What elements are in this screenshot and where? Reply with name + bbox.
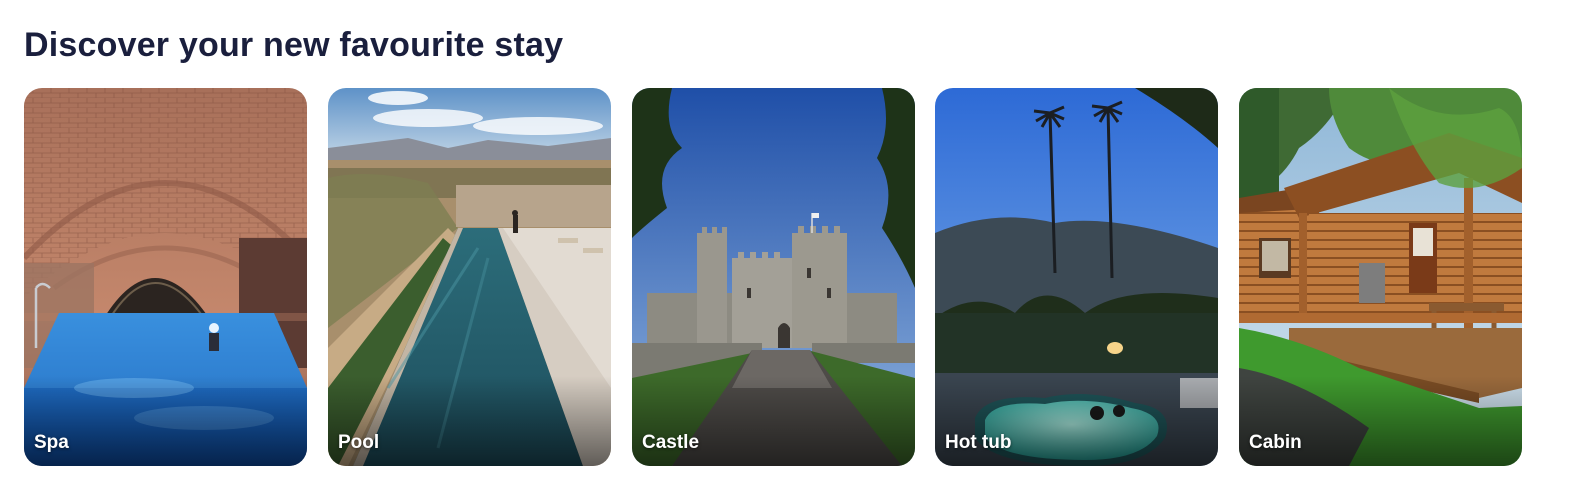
- stay-card-label: Pool: [338, 432, 380, 453]
- stay-card-hot-tub[interactable]: Hot tub: [935, 88, 1218, 466]
- stay-card-label: Hot tub: [945, 432, 1012, 453]
- stay-card-pool[interactable]: Pool: [328, 88, 611, 466]
- stay-card-label: Spa: [34, 432, 69, 453]
- stay-card-label: Castle: [642, 432, 700, 453]
- stay-card-label: Cabin: [1249, 432, 1302, 453]
- stay-card-cabin[interactable]: Cabin: [1239, 88, 1522, 466]
- stay-type-carousel: Spa Pool Castle Hot tub Cabin: [24, 88, 1522, 466]
- stay-card-spa[interactable]: Spa: [24, 88, 307, 466]
- section-title: Discover your new favourite stay: [24, 26, 564, 64]
- stay-card-castle[interactable]: Castle: [632, 88, 915, 466]
